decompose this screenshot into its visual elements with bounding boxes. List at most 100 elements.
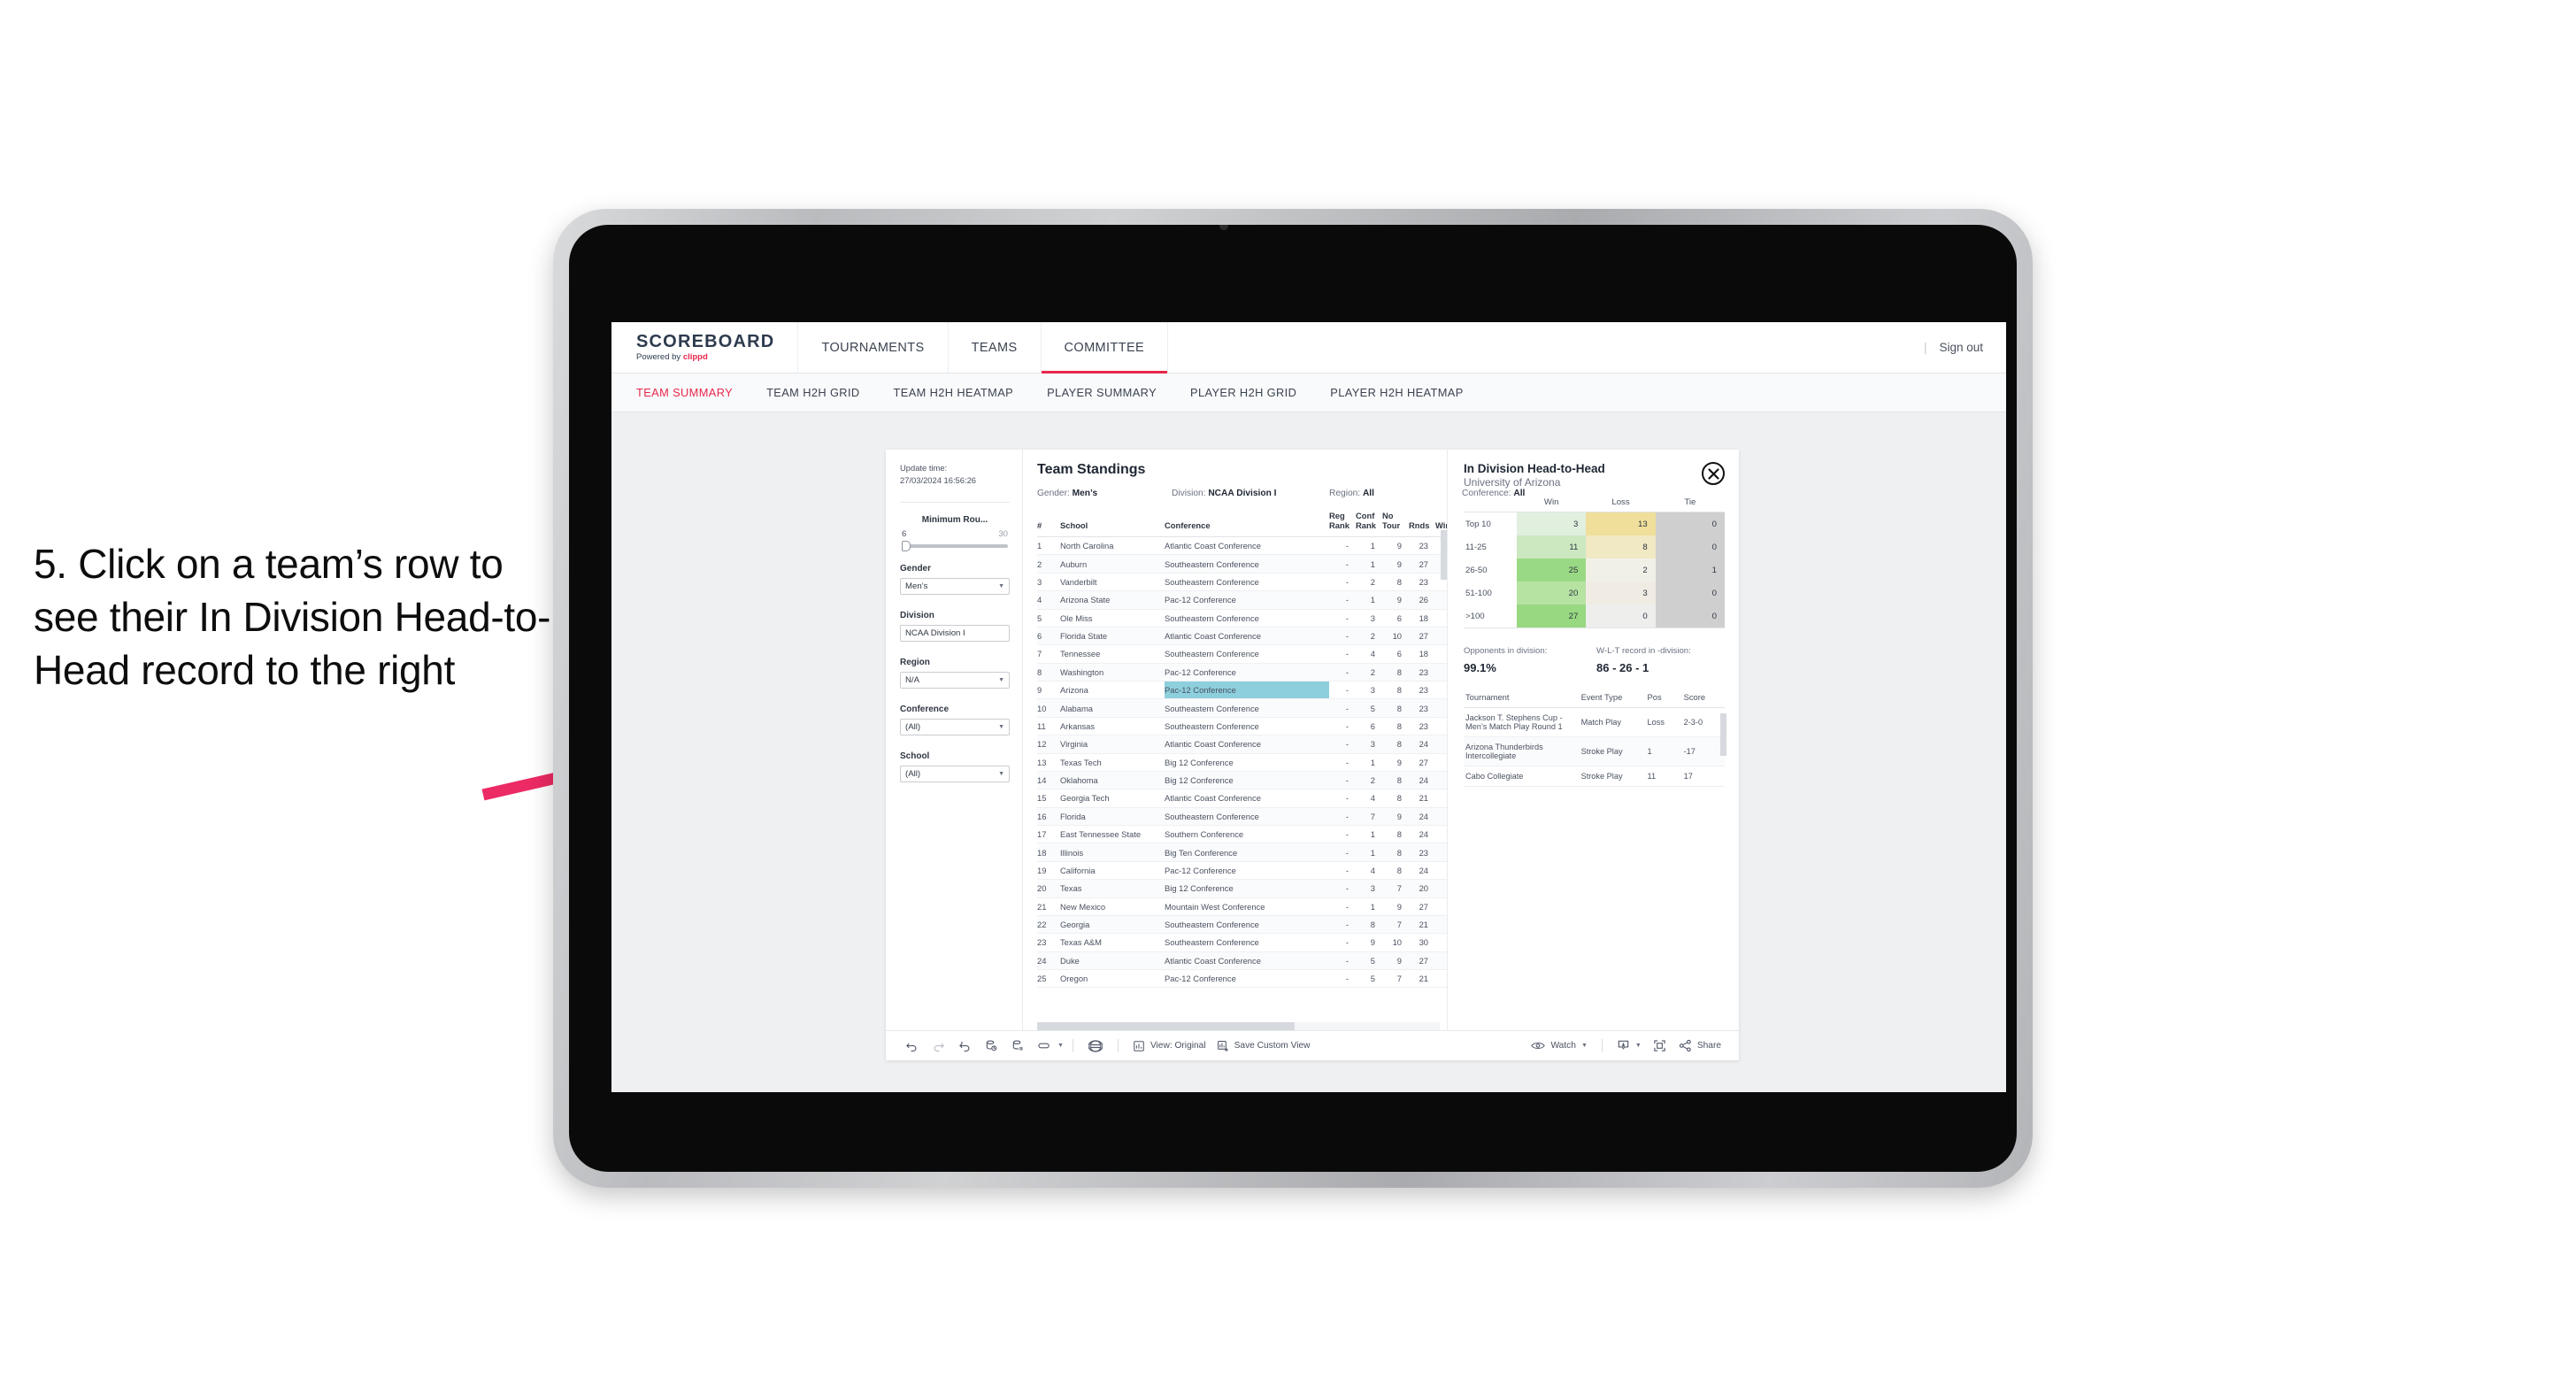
refresh-data-icon[interactable]: [978, 1033, 1004, 1059]
table-row[interactable]: 18IllinoisBig Ten Conference-18233: [1037, 843, 1447, 862]
col-score[interactable]: Score: [1681, 692, 1725, 708]
table-row[interactable]: 13Texas TechBig 12 Conference-19272: [1037, 753, 1447, 772]
table-row[interactable]: 14OklahomaBig 12 Conference-28242: [1037, 771, 1447, 790]
table-row[interactable]: 19CaliforniaPac-12 Conference-48242: [1037, 861, 1447, 881]
sign-out-link[interactable]: Sign out: [1939, 341, 1983, 354]
table-row[interactable]: 1 North Carolina Atlantic Coast Conference…: [1037, 536, 1447, 556]
table-cell: 27: [1409, 951, 1435, 971]
nav-item-tournaments[interactable]: TOURNAMENTS: [798, 322, 949, 373]
tab-team-h2h-heatmap[interactable]: TEAM H2H HEATMAP: [894, 386, 1014, 399]
nav-item-committee[interactable]: COMMITTEE: [1041, 322, 1169, 373]
view-original-button[interactable]: View: Original: [1127, 1040, 1211, 1052]
chevron-down-icon[interactable]: ▼: [1581, 1043, 1588, 1049]
share-button[interactable]: Share: [1673, 1039, 1726, 1052]
gender-select[interactable]: Men’s ▼: [900, 578, 1010, 596]
table-cell: 18: [1037, 843, 1060, 862]
tournaments-scrollbar[interactable]: [1720, 713, 1726, 756]
table-row[interactable]: 10AlabamaSoutheastern Conference-58233: [1037, 698, 1447, 718]
table-row[interactable]: 8WashingtonPac-12 Conference-28231: [1037, 663, 1447, 682]
brand-logo[interactable]: SCOREBOARD Powered by clippd: [611, 322, 799, 373]
table-cell: -: [1329, 644, 1356, 664]
table-row[interactable]: 11ArkansasSoutheastern Conference-68232: [1037, 717, 1447, 736]
scrollbar-thumb[interactable]: [1037, 1022, 1296, 1030]
table-cell: 4: [1435, 807, 1447, 827]
table-row[interactable]: 7TennesseeSoutheastern Conference-46182: [1037, 644, 1447, 664]
table-row[interactable]: 22GeorgiaSoutheastern Conference-87211: [1037, 915, 1447, 935]
chevron-down-icon[interactable]: ▼: [1057, 1043, 1064, 1049]
table-row[interactable]: 4Arizona StatePac-12 Conference-19261: [1037, 590, 1447, 610]
h2h-row: 11-25 11 8 0: [1464, 535, 1725, 558]
division-select[interactable]: NCAA Division I: [900, 625, 1010, 643]
list-item[interactable]: Cabo Collegiate Stroke Play 11 17: [1464, 766, 1725, 787]
table-row[interactable]: 17 East Tennessee State Southern Conferenc…: [1037, 825, 1447, 844]
tab-team-h2h-grid[interactable]: TEAM H2H GRID: [766, 386, 859, 399]
col-no-tour[interactable]: No Tour: [1382, 511, 1409, 537]
list-item[interactable]: Arizona Thunderbirds Intercollegiate Stro…: [1464, 736, 1725, 766]
minimum-rounds-slider-handle[interactable]: [902, 541, 911, 552]
chevron-down-icon[interactable]: ▼: [1635, 1043, 1642, 1049]
sub-tab-bar: TEAM SUMMARY TEAM H2H GRID TEAM H2H HEAT…: [611, 373, 2006, 412]
table-cell: 20: [1037, 879, 1060, 898]
col-event-type[interactable]: Event Type: [1579, 692, 1646, 708]
table-cell: Ole Miss: [1060, 609, 1165, 628]
table-row[interactable]: 12 Virginia Atlantic Coast Conference -3 8 24…: [1037, 735, 1447, 754]
table-cell: Georgia Tech: [1060, 789, 1165, 808]
col-conference[interactable]: Conference: [1165, 511, 1329, 537]
col-conf-rank[interactable]: Conf Rank: [1356, 511, 1382, 537]
tab-player-h2h-grid[interactable]: PLAYER H2H GRID: [1190, 386, 1296, 399]
watch-button[interactable]: Watch ▼: [1526, 1040, 1592, 1051]
region-select[interactable]: N/A ▼: [900, 672, 1010, 689]
table-row[interactable]: 24DukeAtlantic Coast Conference-59271: [1037, 951, 1447, 971]
close-icon[interactable]: [1702, 462, 1725, 485]
list-item[interactable]: Jackson T. Stephens Cup - Men’s Match Pl…: [1464, 707, 1725, 737]
col-rnds[interactable]: Rnds: [1409, 511, 1435, 537]
tab-player-summary[interactable]: PLAYER SUMMARY: [1047, 386, 1157, 399]
h2h-row-label: >100: [1464, 604, 1517, 628]
table-cell: Texas: [1060, 879, 1165, 898]
save-custom-view-button[interactable]: Save Custom View: [1211, 1040, 1316, 1052]
dashboard-card: Update time: 27/03/2024 16:56:26 Minimum…: [886, 450, 1739, 1060]
table-row[interactable]: 5Ole MissSoutheastern Conference-36181: [1037, 609, 1447, 628]
table-row[interactable]: 2AuburnSoutheastern Conference-19276: [1037, 554, 1447, 574]
undo-icon[interactable]: [898, 1033, 925, 1059]
highlight-icon[interactable]: [1031, 1033, 1057, 1059]
table-cell: 7: [1356, 807, 1382, 827]
table-row[interactable]: 20TexasBig 12 Conference-37200: [1037, 879, 1447, 898]
table-row[interactable]: 21 New Mexico Mountain West Conference -1 9 2…: [1037, 897, 1447, 916]
tab-player-h2h-heatmap[interactable]: PLAYER H2H HEATMAP: [1330, 386, 1463, 399]
standings-vertical-scrollbar[interactable]: [1441, 530, 1447, 580]
tournament-cell: Arizona Thunderbirds Intercollegiate: [1464, 736, 1580, 766]
device-preview-icon[interactable]: [1082, 1033, 1109, 1059]
redo-icon[interactable]: [925, 1033, 951, 1059]
minimum-rounds-slider[interactable]: [902, 541, 1008, 552]
nav-item-teams[interactable]: TEAMS: [949, 322, 1042, 373]
fullscreen-icon[interactable]: [1647, 1033, 1673, 1059]
table-row[interactable]: 15 Georgia Tech Atlantic Coast Conference -…: [1037, 789, 1447, 808]
col-pos[interactable]: Pos: [1645, 692, 1682, 708]
table-cell: 8: [1382, 771, 1409, 790]
standings-horizontal-scrollbar[interactable]: [1037, 1022, 1440, 1030]
school-select[interactable]: (All) ▼: [900, 766, 1010, 783]
stat-opponents-in-division: Opponents in division: 99.1%: [1464, 646, 1596, 674]
pause-updates-icon[interactable]: [1004, 1033, 1031, 1059]
col-tournament[interactable]: Tournament: [1464, 692, 1580, 708]
table-row[interactable]: 9ArizonaPac-12 Conference-38232: [1037, 681, 1447, 700]
table-cell: Southeastern Conference: [1165, 933, 1329, 952]
col-reg-rank[interactable]: Reg Rank: [1329, 511, 1356, 537]
table-cell: 27: [1409, 554, 1435, 574]
col-rank[interactable]: #: [1037, 511, 1060, 537]
table-row[interactable]: 25OregonPac-12 Conference-57210: [1037, 969, 1447, 989]
table-row[interactable]: 23 Texas A&M Southeastern Conference -9 10 30…: [1037, 933, 1447, 952]
table-cell: 2: [1356, 573, 1382, 592]
revert-icon[interactable]: [951, 1033, 978, 1059]
download-button[interactable]: ▼: [1611, 1039, 1647, 1052]
standings-table-wrapper: # School Conference Reg Rank Conf Rank N…: [1037, 511, 1447, 1022]
conference-select[interactable]: (All) ▼: [900, 719, 1010, 736]
table-cell: 24: [1037, 951, 1060, 971]
col-school[interactable]: School: [1060, 511, 1165, 537]
table-row[interactable]: 6 Florida State Atlantic Coast Conference -…: [1037, 627, 1447, 646]
table-cell: -: [1329, 698, 1356, 718]
table-row[interactable]: 3VanderbiltSoutheastern Conference-28235: [1037, 573, 1447, 592]
table-row[interactable]: 16FloridaSoutheastern Conference-79244: [1037, 807, 1447, 827]
tab-team-summary[interactable]: TEAM SUMMARY: [636, 386, 733, 399]
